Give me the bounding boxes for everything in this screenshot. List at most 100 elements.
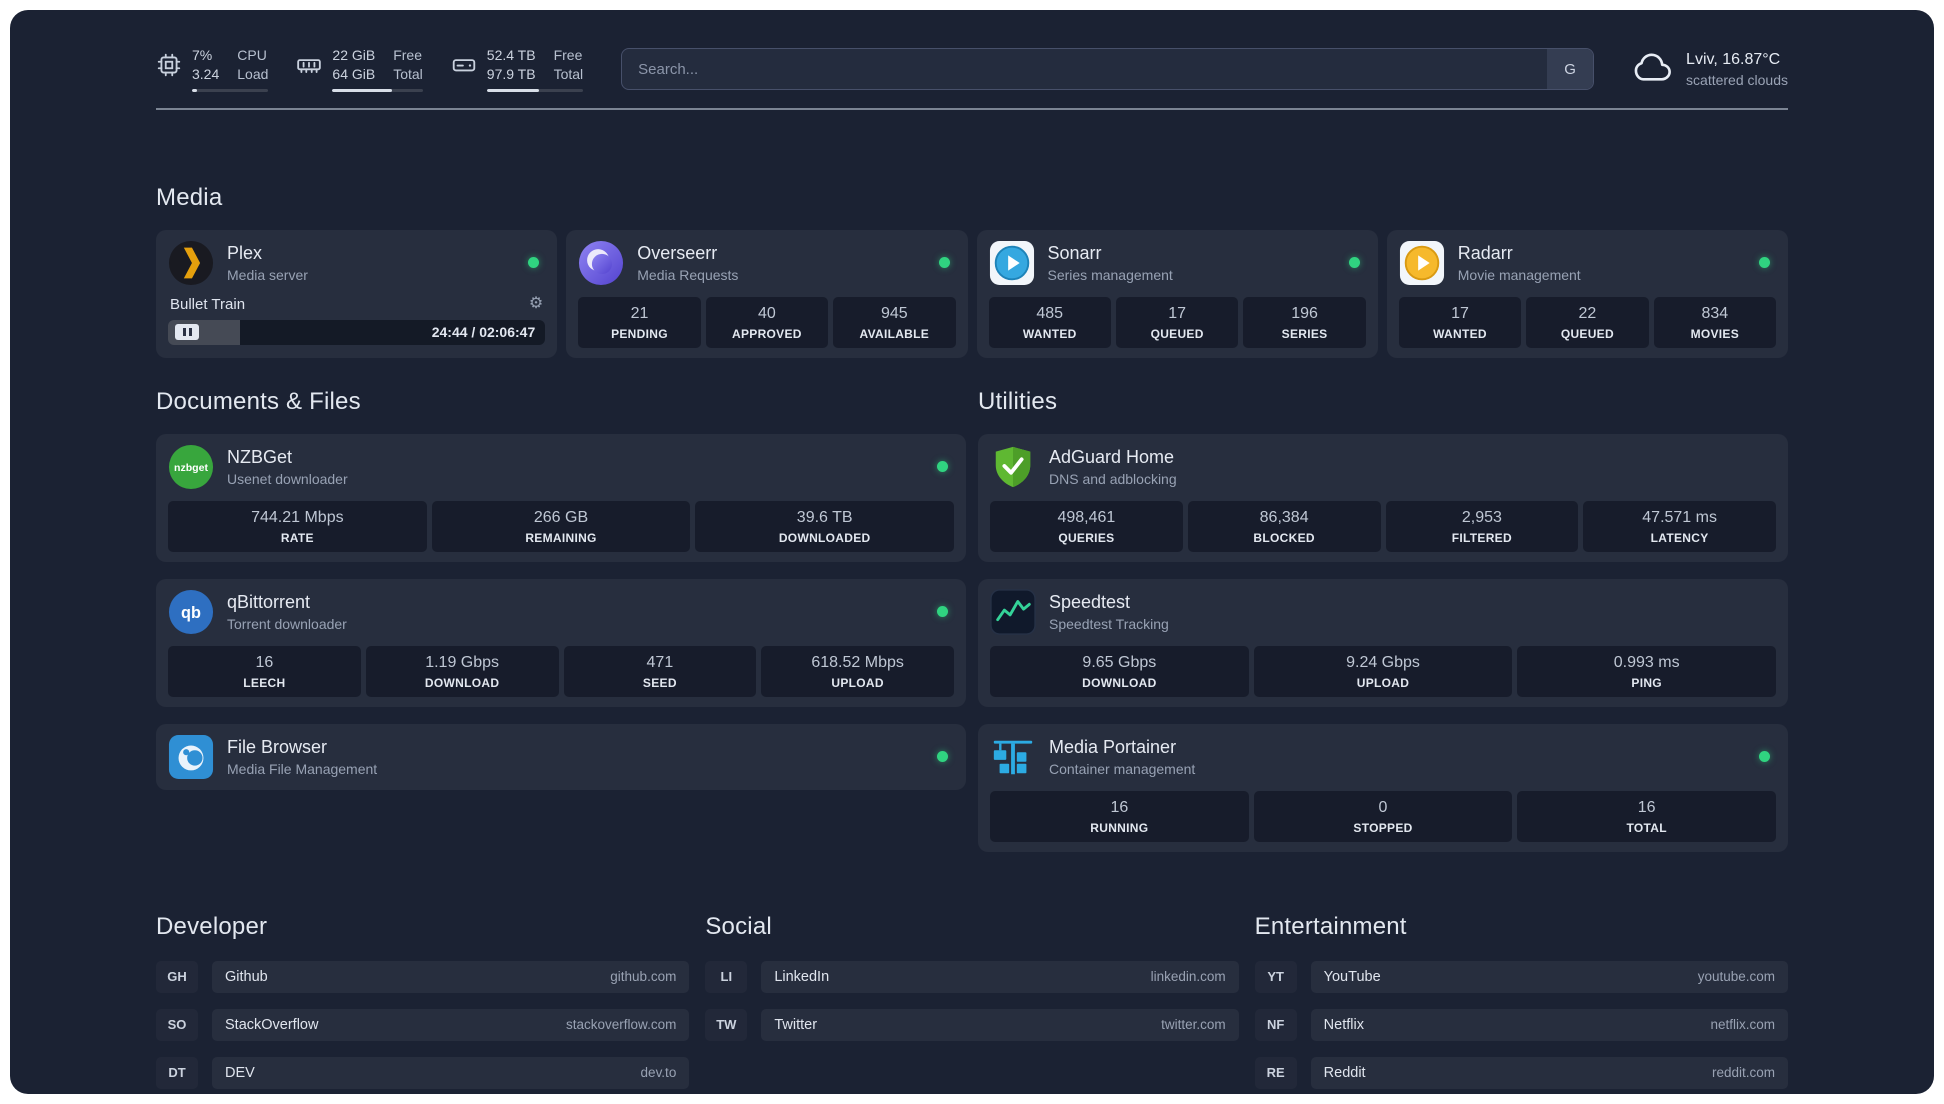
bookmark-netflix: NF Netflix netflix.com [1255,1008,1788,1041]
playback-time: 24:44 / 02:06:47 [431,324,536,341]
stat-approved: 40 APPROVED [705,296,829,348]
section-utilities: Utilities AdGuard Home DNS and adblockin… [978,388,1788,869]
service-name: Media Portainer [1049,736,1177,757]
service-card-plex[interactable]: Plex Media server Bullet Train ⚙ 24:44 /… [156,229,558,358]
disk-resource: 52.4 TB 97.9 TB Free Total [451,46,584,93]
cpu-load-label: Load [237,65,269,82]
stat-stopped: 0 STOPPED [1253,790,1513,842]
service-card-speedtest[interactable]: Speedtest Speedtest Tracking 9.65 Gbps D… [978,578,1788,707]
radarr-icon [1399,240,1445,286]
bookmark-abbr: NF [1255,1009,1297,1041]
memory-total-value: 64 GiB [332,65,376,82]
service-description: Torrent downloader [227,615,347,632]
system-resources: 7% 3.24 CPU Load 22 GiB 64 GiB Free Tota… [156,46,584,93]
bookmark-group-entertainment: Entertainment YT YouTube youtube.com NF … [1255,913,1788,1094]
disk-free-value: 52.4 TB [486,47,536,63]
bookmark-link-twitter[interactable]: Twitter twitter.com [761,1008,1239,1041]
dashboard: 7% 3.24 CPU Load 22 GiB 64 GiB Free Tota… [10,10,1934,1094]
status-dot [1348,257,1360,269]
cpu-usage-bar [192,88,269,93]
service-card-nzbget[interactable]: nzbget NZBGet Usenet downloader 744.21 M… [156,433,966,562]
status-dot [528,257,540,269]
bookmark-reddit: RE Reddit reddit.com [1255,1056,1788,1089]
stat-total: 16 TOTAL [1517,790,1777,842]
pause-icon[interactable] [175,324,199,341]
plex-now-playing: Bullet Train ⚙ 24:44 / 02:06:47 [168,294,546,345]
service-name: qBittorrent [227,591,311,612]
stat-ping: 0.993 ms PING [1517,645,1777,697]
service-description: Media Requests [637,266,739,283]
service-description: Container management [1049,760,1196,777]
memory-icon [296,52,322,83]
section-title-social: Social [705,912,772,940]
portainer-icon [990,734,1036,780]
service-name: Plex [227,242,263,263]
weather-location: Lviv, 16.87°C [1686,50,1781,68]
bookmark-link-linkedin[interactable]: LinkedIn linkedin.com [761,960,1239,993]
cpu-resource: 7% 3.24 CPU Load [156,46,269,93]
plex-icon [168,240,214,286]
stat-download: 1.19 Gbps DOWNLOAD [365,645,559,697]
section-title-entertainment: Entertainment [1254,912,1407,940]
disk-usage-bar [486,88,584,93]
cpu-load-value: 3.24 [192,65,220,82]
weather-condition: scattered clouds [1686,71,1788,88]
bookmark-link-netflix[interactable]: Netflix netflix.com [1310,1008,1788,1041]
memory-usage-bar [332,88,423,93]
weather-widget[interactable]: Lviv, 16.87°C scattered clouds [1632,50,1788,89]
status-dot [937,461,948,473]
service-card-portainer[interactable]: Media Portainer Container management 16 … [978,723,1788,852]
service-name: Speedtest [1049,591,1131,612]
status-dot [938,257,950,269]
bookmark-link-youtube[interactable]: YouTube youtube.com [1310,960,1788,993]
section-title-developer: Developer [156,912,268,940]
service-card-adguard[interactable]: AdGuard Home DNS and adblocking 498,461 … [978,433,1788,562]
overseerr-icon [578,240,624,286]
status-dot [937,751,948,763]
stat-download: 9.65 Gbps DOWNLOAD [990,645,1249,697]
service-card-sonarr[interactable]: Sonarr Series management 485 WANTED 17 Q… [976,229,1378,358]
bookmark-link-reddit[interactable]: Reddit reddit.com [1310,1056,1788,1089]
service-card-radarr[interactable]: Radarr Movie management 17 WANTED 22 QUE… [1386,229,1788,358]
memory-total-label: Total [393,65,423,82]
playback-progress-bar: 24:44 / 02:06:47 [168,319,546,345]
stat-movies: 834 MOVIES [1653,296,1777,348]
bookmark-link-github[interactable]: Github github.com [212,960,690,993]
search-input[interactable] [622,49,1548,90]
memory-free-label: Free [393,47,423,63]
search-provider-button[interactable]: G [1547,49,1594,90]
bookmark-link-stackoverflow[interactable]: StackOverflow stackoverflow.com [212,1008,690,1041]
service-description: Speedtest Tracking [1049,615,1169,632]
bookmark-youtube: YT YouTube youtube.com [1255,960,1788,993]
svg-text:qb: qb [181,604,201,622]
service-name: File Browser [227,736,328,757]
bookmark-github: GH Github github.com [156,960,690,993]
disk-total-label: Total [553,65,584,82]
section-title-media: Media [156,183,223,211]
disk-icon [451,52,477,83]
bookmark-dev: DT DEV dev.to [156,1056,690,1089]
stat-blocked: 86,384 BLOCKED [1187,500,1381,552]
stat-queued: 17 QUEUED [1115,296,1239,348]
stat-queries: 498,461 QUERIES [990,500,1183,552]
service-card-overseerr[interactable]: Overseerr Media Requests 21 PENDING 40 A… [566,229,968,358]
stat-upload: 618.52 Mbps UPLOAD [761,645,954,697]
adguard-icon [990,444,1036,490]
stat-running: 16 RUNNING [990,790,1249,842]
stat-leech: 16 LEECH [168,645,361,697]
bookmark-stackoverflow: SO StackOverflow stackoverflow.com [156,1008,690,1041]
nzbget-icon: nzbget [168,444,214,490]
stat-pending: 21 PENDING [578,296,701,348]
bookmark-group-social: Social LI LinkedIn linkedin.com TW Twitt… [705,912,1239,1094]
service-card-qbittorrent[interactable]: qb qBittorrent Torrent downloader 16 LEE… [156,578,966,707]
service-name: NZBGet [227,446,293,467]
service-card-filebrowser[interactable]: File Browser Media File Management [156,723,966,790]
bookmark-link-dev[interactable]: DEV dev.to [212,1056,690,1089]
stat-remaining: 266 GB REMAINING [431,500,691,552]
cpu-icon [156,52,182,83]
stat-queued: 22 QUEUED [1526,296,1649,348]
bookmark-group-developer: Developer GH Github github.com SO StackO… [156,912,690,1094]
gear-icon[interactable]: ⚙ [529,296,543,312]
speedtest-icon [990,589,1036,635]
stat-filtered: 2,953 FILTERED [1385,500,1579,552]
